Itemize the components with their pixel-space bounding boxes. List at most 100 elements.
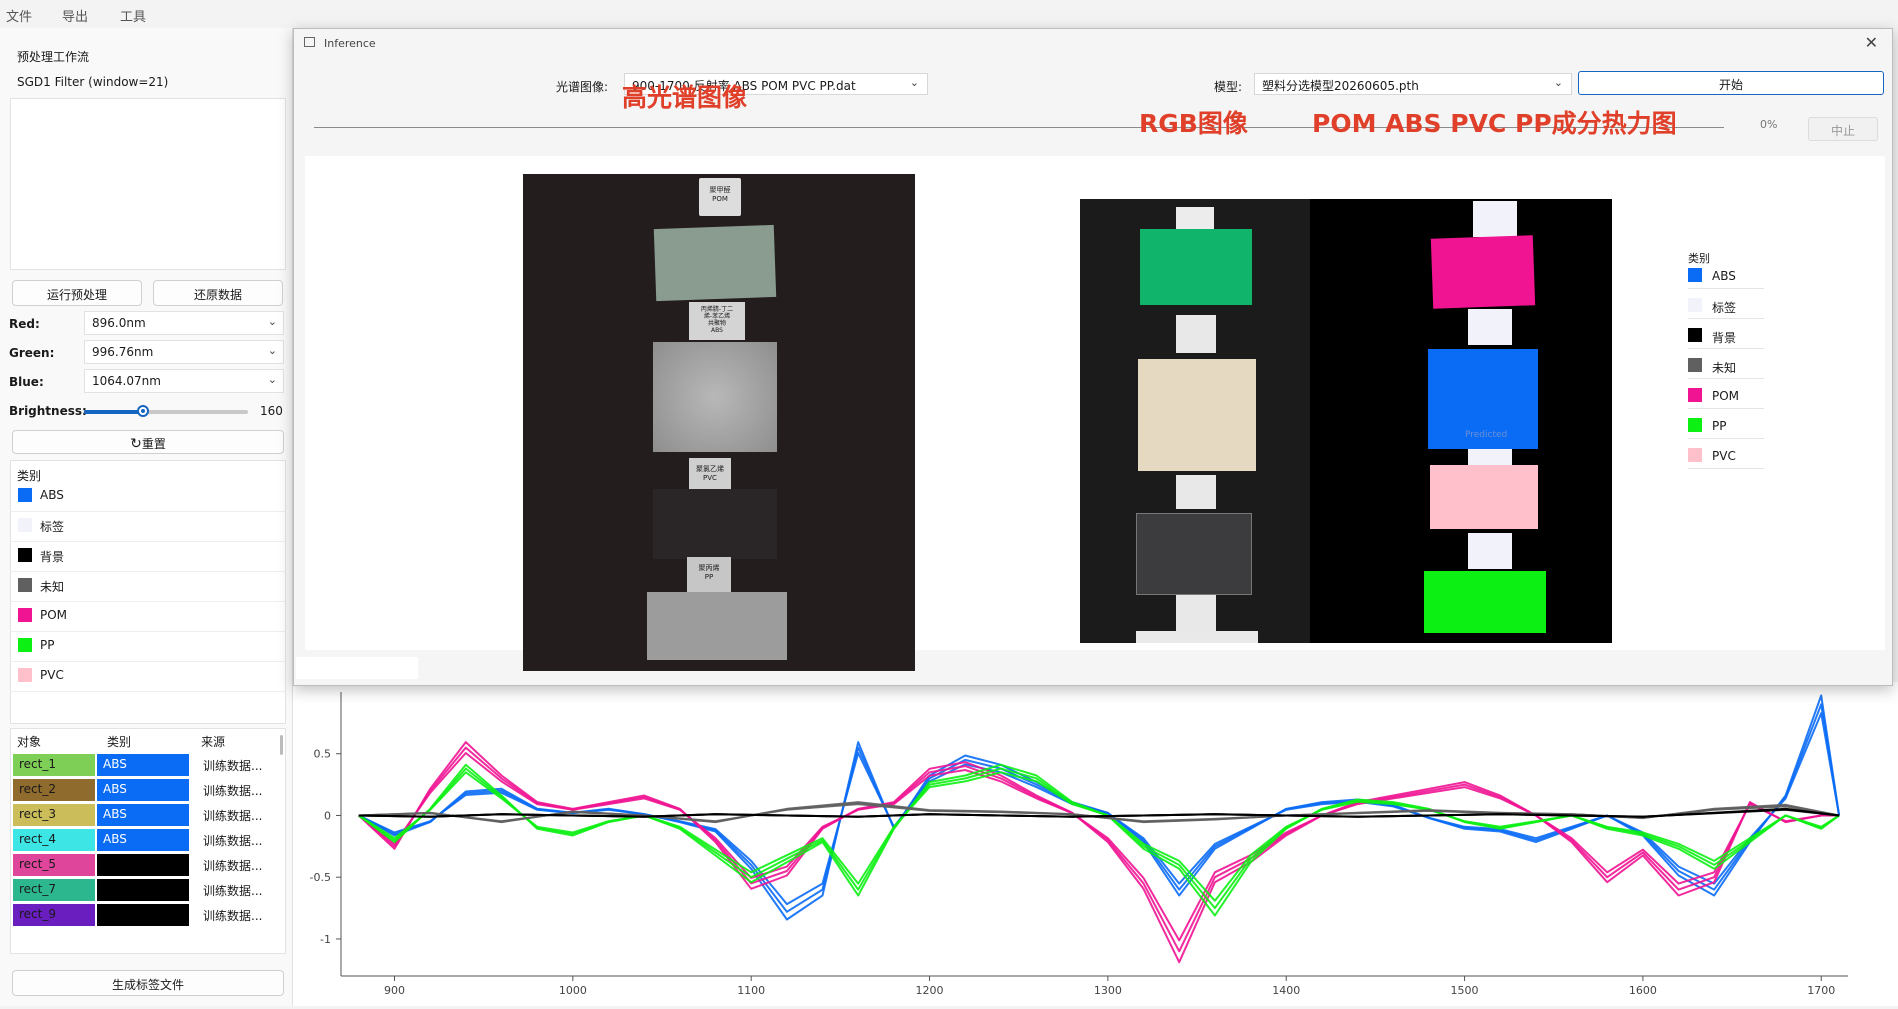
menubar: 文件 导出 工具 (0, 0, 1898, 28)
green-band-value: 996.76nm (92, 345, 154, 359)
generate-label-file-button[interactable]: 生成标签文件 (12, 970, 284, 996)
table-cell-class[interactable]: ABS (97, 754, 189, 776)
table-cell-object[interactable]: rect_4 (13, 829, 95, 851)
table-cell-class[interactable] (97, 904, 189, 926)
brightness-slider-handle[interactable] (137, 405, 150, 417)
red-band-select[interactable]: 896.0nm ⌄ (84, 311, 284, 335)
legend-color-swatch (1688, 358, 1702, 372)
series-line (358, 741, 1840, 964)
run-preprocess-button[interactable]: 运行预处理 (12, 280, 142, 306)
table-cell-object[interactable]: rect_1 (13, 754, 95, 776)
heatmap-legend-item: ABS (1688, 264, 1764, 289)
workflow-list[interactable] (10, 98, 286, 270)
class-item-2[interactable]: 背景 (11, 541, 285, 572)
stop-button[interactable]: 中止 (1808, 117, 1878, 141)
green-band-select[interactable]: 996.76nm ⌄ (84, 340, 284, 364)
class-color-swatch (18, 488, 32, 502)
hsi-sample-pp (647, 592, 787, 660)
legend-label: ABS (1712, 269, 1736, 283)
legend-color-swatch (1688, 268, 1702, 282)
brightness-slider[interactable] (84, 405, 248, 417)
legend-color-swatch (1688, 328, 1702, 342)
heatmap-region-pp (1424, 571, 1546, 633)
table-cell-source: 训练数据... (203, 859, 263, 873)
hsi-tag-line: 烯-苯乙烯 (703, 313, 731, 320)
heatmap-legend-item: 背景 (1688, 324, 1764, 349)
table-cell-source: 训练数据... (203, 809, 263, 823)
class-label: PVC (40, 668, 64, 682)
hsi-tag-line: 丙烯腈-丁二 (700, 306, 734, 313)
y-tick-label: 0 (324, 809, 331, 822)
restore-data-button[interactable]: 还原数据 (153, 280, 283, 306)
close-icon[interactable]: ✕ (1865, 33, 1878, 52)
class-item-5[interactable]: PP (11, 631, 285, 662)
x-tick-label: 900 (384, 984, 405, 997)
reset-button[interactable]: ↻重置 (12, 430, 284, 454)
table-cell-object[interactable]: rect_9 (13, 904, 95, 926)
x-tick-label: 1400 (1272, 984, 1300, 997)
x-tick-label: 1100 (737, 984, 765, 997)
model-label: 模型: (1214, 80, 1243, 94)
spectra-chart: 900 1000 1100 1200 1300 1400 1500 1600 1700 0.5 0 -… (293, 682, 1898, 1006)
rgb-tag-abs (1176, 315, 1216, 353)
legend-label: PP (1712, 419, 1727, 433)
rgb-tag-pp (1176, 595, 1216, 631)
blue-band-value: 1064.07nm (92, 374, 161, 388)
start-button[interactable]: 开始 (1578, 71, 1884, 95)
hsi-sample-pom (653, 224, 777, 302)
table-cell-object[interactable]: rect_2 (13, 779, 95, 801)
chevron-down-icon: ⌄ (267, 315, 277, 328)
x-tick-label: 1600 (1629, 984, 1657, 997)
class-item-0[interactable]: ABS (11, 481, 285, 512)
table-header-source: 来源 (201, 735, 226, 749)
class-item-6[interactable]: PVC (11, 661, 285, 692)
table-cell-class[interactable]: ABS (97, 804, 189, 826)
legend-label: PVC (1712, 449, 1736, 463)
heatmap-tag-pom (1473, 201, 1517, 237)
legend-label: 标签 (1712, 301, 1737, 315)
class-label: POM (40, 608, 68, 622)
table-cell-object[interactable]: rect_3 (13, 804, 95, 826)
hsi-tag-line: PVC (703, 474, 717, 482)
heatmap-legend-item: 未知 (1688, 354, 1764, 379)
blue-band-select[interactable]: 1064.07nm ⌄ (84, 369, 284, 393)
class-list: 类别 ABS 标签 背景 未知 POM PP PVC (10, 460, 286, 724)
class-item-1[interactable]: 标签 (11, 511, 285, 542)
class-item-3[interactable]: 未知 (11, 571, 285, 602)
y-tick-label: 0.5 (314, 748, 332, 761)
table-cell-class[interactable]: ABS (97, 829, 189, 851)
table-cell-object[interactable]: rect_5 (13, 854, 95, 876)
class-label: 标签 (40, 520, 65, 534)
table-cell-source: 训练数据... (203, 884, 263, 898)
menu-tools[interactable]: 工具 (120, 6, 146, 25)
class-color-swatch (18, 608, 32, 622)
rgb-image (1080, 199, 1310, 643)
class-label: PP (40, 638, 55, 652)
table-cell-object[interactable]: rect_7 (13, 879, 95, 901)
class-item-4[interactable]: POM (11, 601, 285, 632)
heatmap-tag-abs (1468, 309, 1512, 345)
rgb-tag-pvc (1176, 475, 1216, 509)
rgb-sample-pp (1136, 631, 1258, 643)
blue-label: Blue: (9, 375, 44, 389)
heatmap-title: POM ABS PVC PP成分热力图 (1312, 109, 1677, 138)
table-scrollbar[interactable] (280, 735, 283, 755)
menu-file[interactable]: 文件 (6, 6, 32, 25)
model-select[interactable]: 塑料分选模型20260605.pth ⌄ (1254, 73, 1572, 95)
y-tick-label: -1 (320, 933, 331, 946)
table-cell-class[interactable]: ABS (97, 779, 189, 801)
table-cell-class[interactable] (97, 854, 189, 876)
spectral-image-label: 光谱图像: (556, 80, 609, 94)
heatmap-legend-item: PP (1688, 414, 1764, 439)
table-row[interactable]: rect_9 训练数据... (11, 901, 285, 931)
inference-titlebar: Inference ✕ (294, 29, 1892, 59)
workflow-item[interactable]: SGD1 Filter (window=21) (17, 75, 168, 89)
heatmap-legend-item: PVC (1688, 444, 1764, 469)
x-tick-label: 1200 (916, 984, 944, 997)
menu-export[interactable]: 导出 (62, 6, 88, 25)
legend-color-swatch (1688, 418, 1702, 432)
progress-percent: 0% (1760, 118, 1778, 131)
rgb-sample-pvc (1136, 513, 1252, 595)
x-tick-label: 1700 (1807, 984, 1835, 997)
table-cell-class[interactable] (97, 879, 189, 901)
